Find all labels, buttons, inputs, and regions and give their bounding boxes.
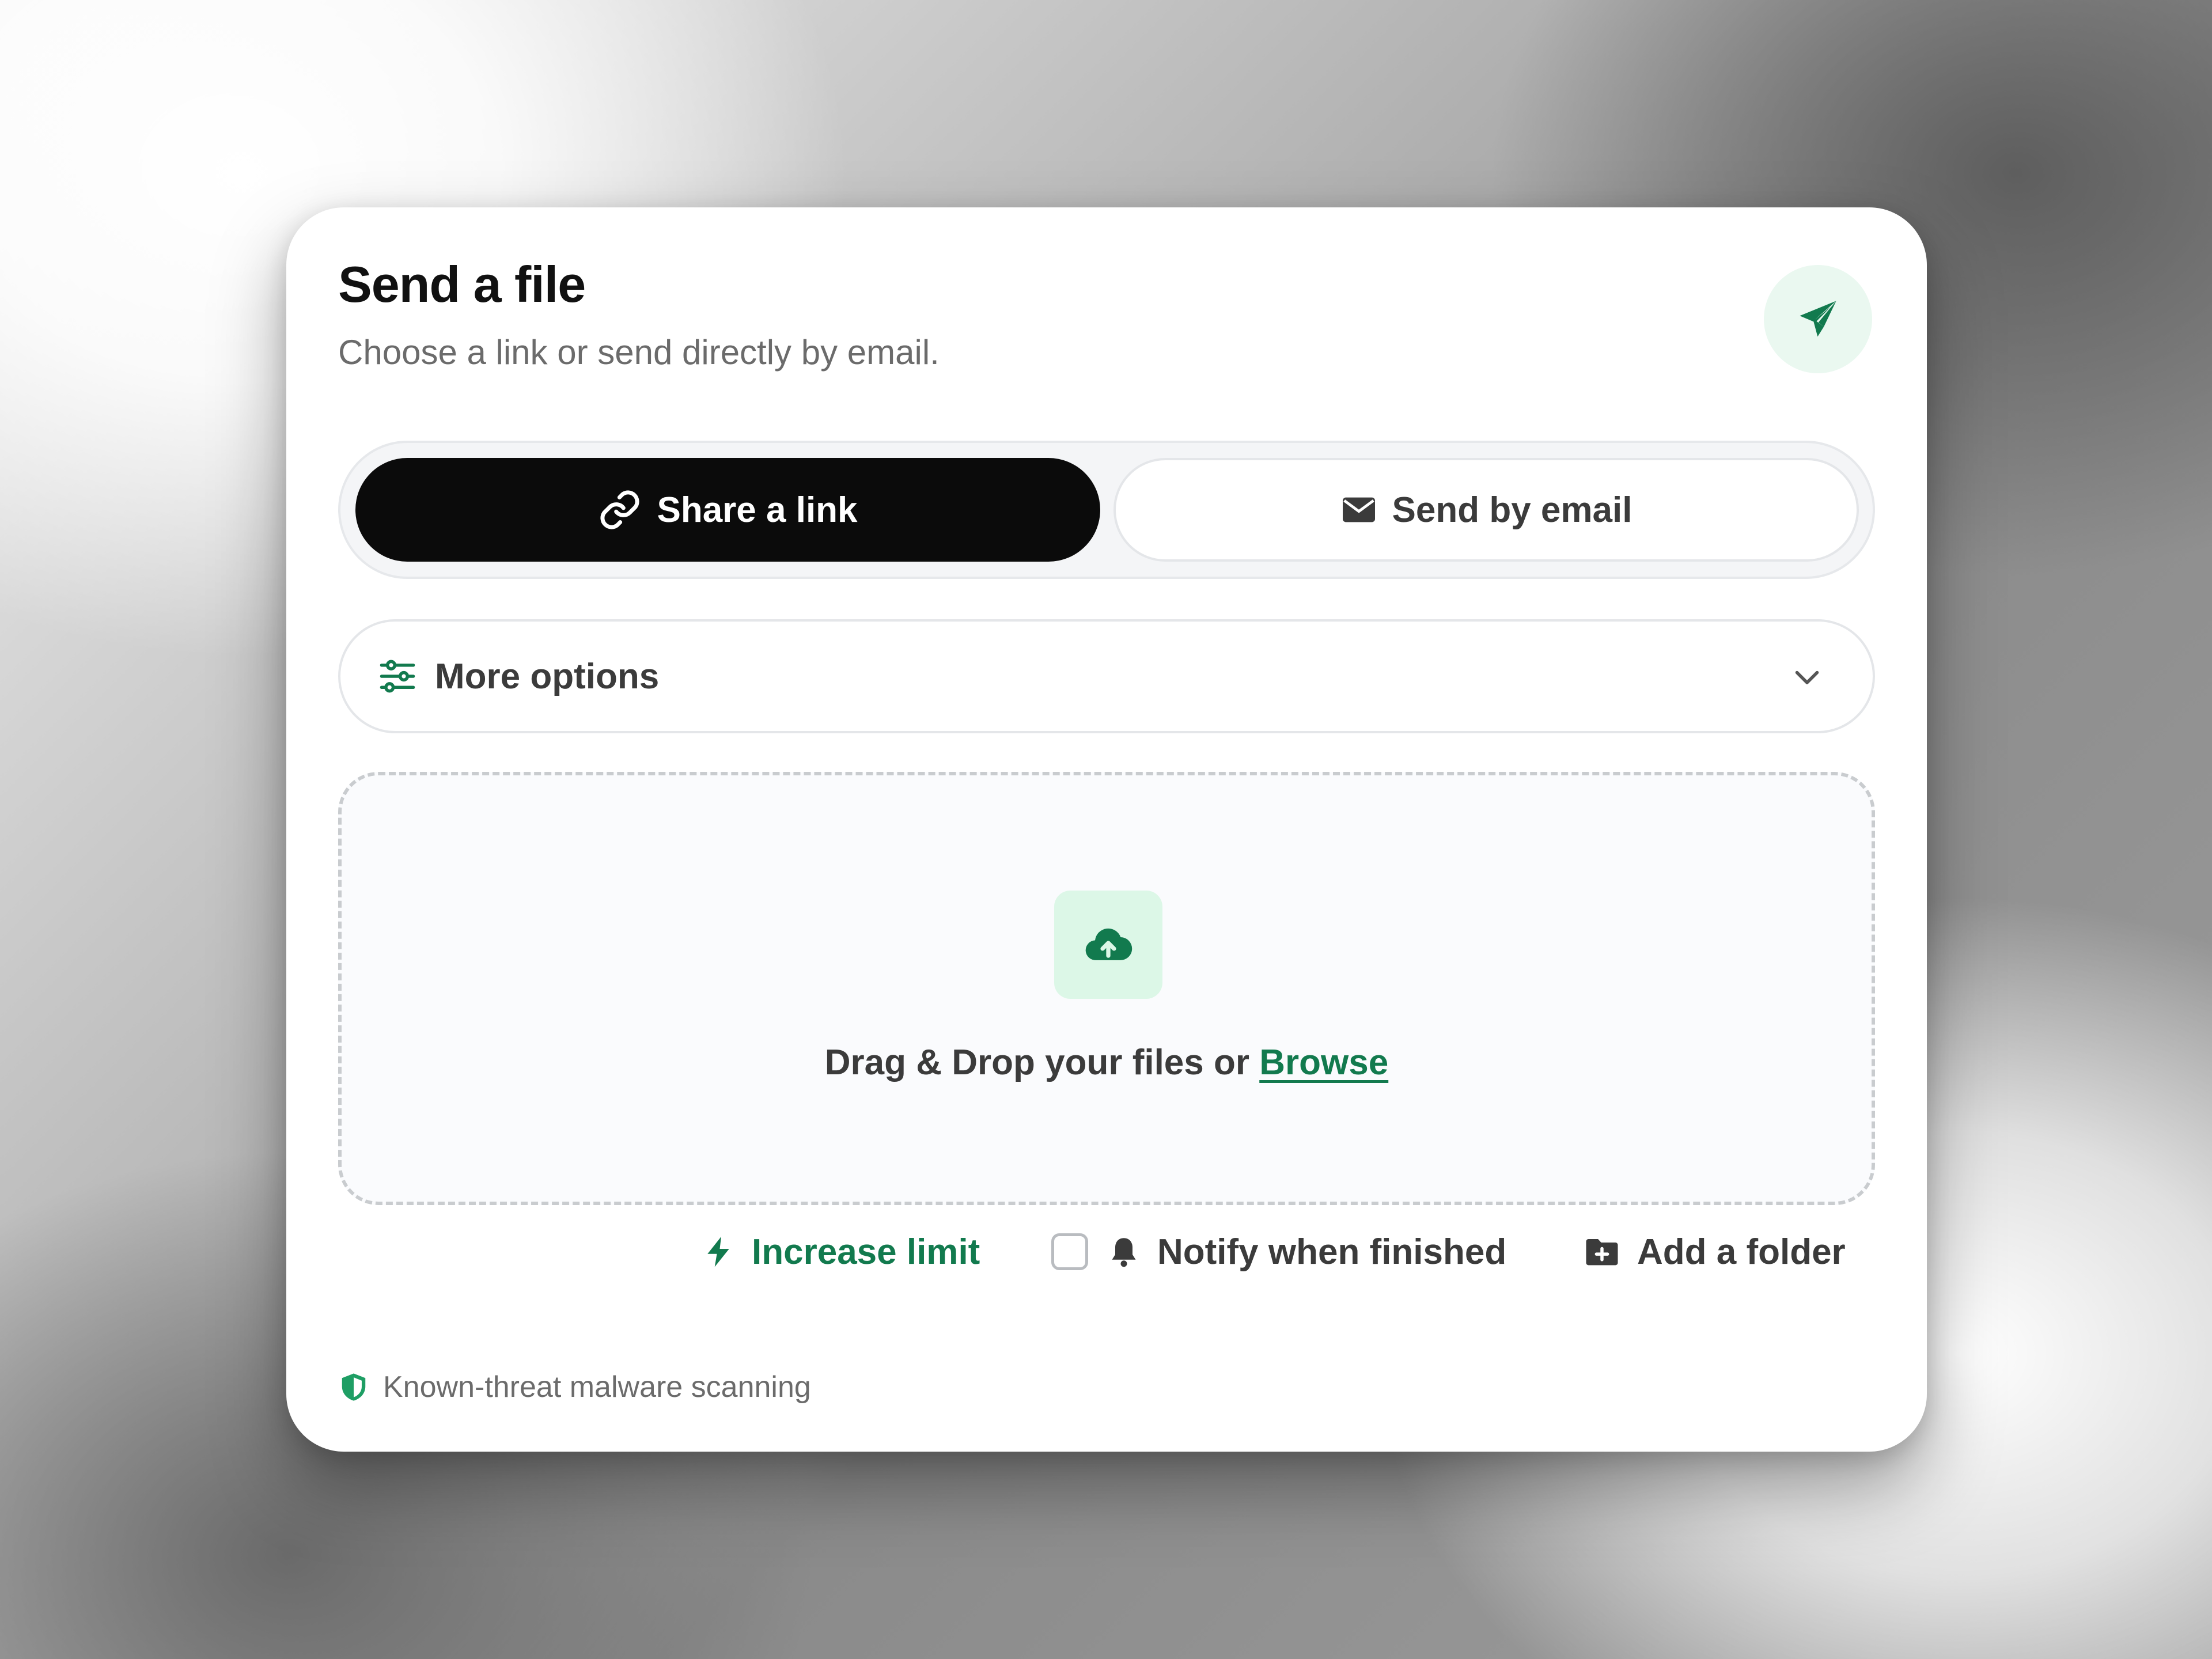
- file-dropzone[interactable]: Drag & Drop your files or Browse: [338, 772, 1875, 1205]
- envelope-icon: [1342, 497, 1375, 522]
- increase-limit-button[interactable]: Increase limit: [701, 1226, 980, 1278]
- folder-plus-icon: [1586, 1239, 1618, 1266]
- sliders-icon: [380, 660, 415, 693]
- tab-send-email-label: Send by email: [1392, 490, 1633, 530]
- more-options-label: More options: [435, 656, 660, 696]
- send-badge: [1764, 265, 1872, 373]
- bell-icon: [1112, 1238, 1136, 1267]
- paper-plane-icon: [1800, 301, 1836, 337]
- increase-limit-label: Increase limit: [752, 1232, 980, 1272]
- notify-label: Notify when finished: [1157, 1232, 1507, 1272]
- tab-share-link-label: Share a link: [657, 490, 858, 530]
- browse-link[interactable]: Browse: [1259, 1043, 1388, 1082]
- link-icon: [600, 490, 640, 529]
- tab-share-link[interactable]: Share a link: [355, 458, 1100, 562]
- security-note: Known-threat malware scanning: [338, 1370, 811, 1404]
- notify-checkbox[interactable]: [1051, 1233, 1088, 1270]
- lightning-icon: [707, 1236, 729, 1267]
- notify-option[interactable]: Notify when finished: [1051, 1226, 1506, 1278]
- security-note-text: Known-threat malware scanning: [383, 1370, 811, 1404]
- cloud-upload-icon: [1085, 928, 1132, 960]
- card-title: Send a file: [338, 256, 586, 313]
- more-options-accordion[interactable]: More options: [338, 619, 1875, 733]
- dropzone-instruction: Drag & Drop your files or: [824, 1043, 1249, 1082]
- upload-tile: [1054, 891, 1162, 999]
- tab-send-email[interactable]: Send by email: [1113, 458, 1859, 562]
- card-subtitle: Choose a link or send directly by email.: [338, 333, 940, 372]
- add-folder-label: Add a folder: [1637, 1232, 1846, 1272]
- send-mode-toggle: Share a link Send by email: [338, 441, 1875, 579]
- shield-icon: [342, 1373, 366, 1401]
- add-folder-button[interactable]: Add a folder: [1583, 1226, 1846, 1278]
- dropzone-text: Drag & Drop your files or Browse: [342, 1045, 1872, 1081]
- chevron-down-icon: [1795, 671, 1819, 684]
